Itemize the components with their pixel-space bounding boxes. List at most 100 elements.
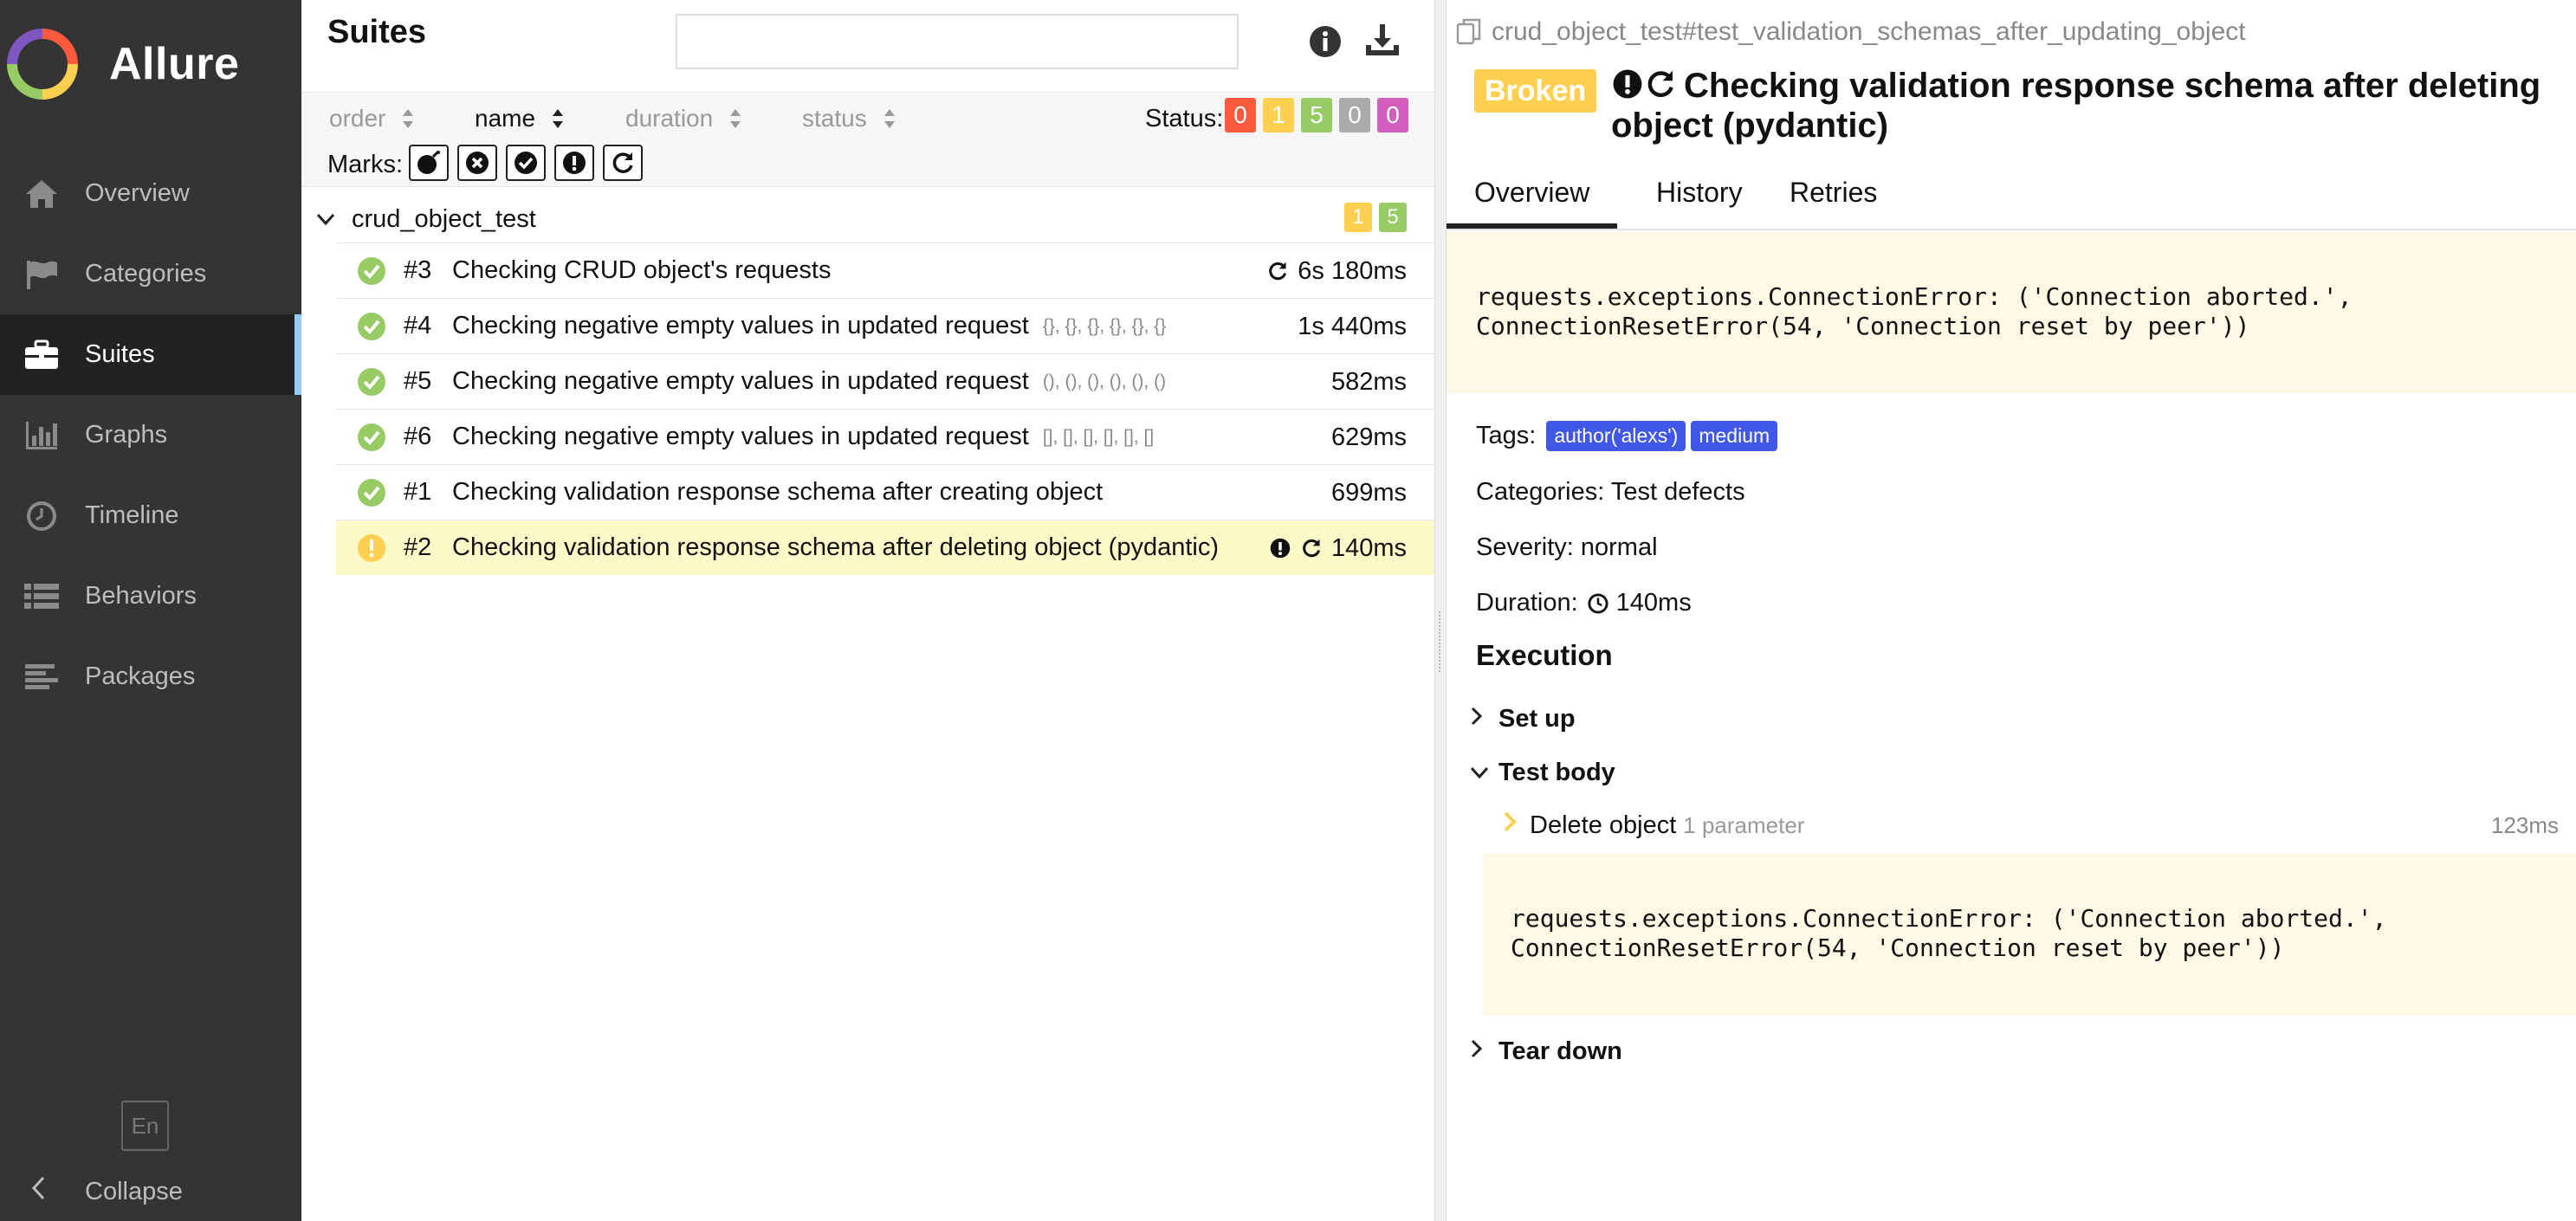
status-filter-skipped[interactable]: 0 [1339, 98, 1370, 132]
test-name: Checking CRUD object's requests [452, 256, 832, 284]
sidebar-item-label: Categories [85, 260, 207, 287]
test-number: #4 [404, 312, 432, 339]
download-button[interactable] [1363, 21, 1401, 59]
chevron-left-icon [29, 1175, 55, 1209]
check-circle-icon [358, 312, 385, 340]
sidebar-item-behaviors[interactable]: Behaviors [0, 556, 301, 636]
pane-splitter[interactable] [1434, 0, 1447, 1221]
sidebar-item-packages[interactable]: Packages [0, 636, 301, 717]
breadcrumb[interactable]: crud_object_test#test_validation_schemas… [1455, 17, 2246, 47]
sort-status[interactable]: status [802, 105, 896, 132]
info-icon [1310, 26, 1341, 57]
sidebar-item-overview[interactable]: Overview [0, 153, 301, 234]
sort-name[interactable]: name [475, 105, 565, 132]
copy-icon[interactable] [1455, 17, 1483, 47]
sort-order[interactable]: order [329, 105, 415, 132]
test-duration: 582ms [1331, 354, 1407, 410]
mark-retries[interactable] [603, 145, 643, 181]
table-row[interactable]: #5 Checking negative empty values in upd… [336, 353, 1434, 409]
execution-title: Execution [1476, 639, 1613, 671]
sort-bar: order name duration status Status: 0 1 5… [301, 92, 1434, 187]
test-number: #6 [404, 423, 432, 450]
suite-group-name: crud_object_test [352, 204, 536, 233]
table-row[interactable]: #4 Checking negative empty values in upd… [336, 298, 1434, 353]
suite-group[interactable]: crud_object_test 1 5 [315, 197, 1433, 241]
duration-text: 1s 440ms [1298, 312, 1407, 340]
test-number: #3 [404, 256, 432, 284]
splitter-grip[interactable] [1439, 611, 1442, 672]
duration-text: 582ms [1330, 367, 1407, 396]
table-row[interactable]: #3 Checking CRUD object's requests 6s 18… [336, 242, 1434, 298]
search-input[interactable] [676, 14, 1239, 69]
collapse-button[interactable]: Collapse [29, 1174, 183, 1209]
sidebar-item-timeline[interactable]: Timeline [0, 475, 301, 556]
chevron-right-icon [1469, 705, 1492, 733]
test-duration: 629ms [1331, 410, 1407, 465]
status-badge: Broken [1474, 69, 1597, 113]
chevron-right-icon [1469, 1037, 1492, 1066]
sidebar: Allure Overview Categories Suites Graphs [0, 0, 301, 1221]
sidebar-nav: Overview Categories Suites Graphs Timeli… [0, 153, 301, 717]
test-name: Checking negative empty values in update… [452, 423, 1029, 450]
language-switch[interactable]: En [121, 1101, 169, 1151]
step-error-message: requests.exceptions.ConnectionError: ('C… [1483, 854, 2576, 1015]
step-duration: 123ms [2490, 811, 2559, 838]
check-circle-icon [358, 423, 385, 451]
tab-overview[interactable]: Overview [1447, 177, 1618, 229]
flaky-icon [1613, 69, 1642, 99]
mark-flaky[interactable] [554, 145, 594, 181]
sidebar-item-categories[interactable]: Categories [0, 234, 301, 314]
test-title-text: Checking validation response schema afte… [1611, 67, 2541, 145]
refresh-icon [612, 152, 633, 173]
brand-title: Allure [109, 39, 240, 89]
title-icons [1611, 68, 1677, 100]
check-circle-icon [358, 256, 385, 285]
test-duration: 1s 440ms [1298, 299, 1407, 354]
group-count-passed: 5 [1379, 203, 1407, 232]
step-label: Tear down [1498, 1037, 1622, 1065]
duration-label: Duration: [1476, 589, 1578, 617]
test-list: #3 Checking CRUD object's requests 6s 18… [336, 242, 1434, 575]
step-test-body[interactable]: Test body [1469, 759, 1615, 787]
sort-label: duration [625, 105, 714, 132]
tag-badge: medium [1691, 421, 1778, 451]
clock-icon [1588, 592, 1608, 614]
tag-badge: author('alexs') [1546, 421, 1686, 451]
sort-duration[interactable]: duration [625, 105, 742, 132]
sidebar-item-graphs[interactable]: Graphs [0, 395, 301, 475]
step-setup[interactable]: Set up [1469, 705, 1576, 733]
mark-new-failed[interactable] [409, 145, 449, 181]
table-row[interactable]: #1 Checking validation response schema a… [336, 464, 1434, 520]
refresh-icon [1303, 539, 1321, 558]
test-title: Checking validation response schema afte… [1611, 66, 2555, 145]
clock-icon [21, 499, 62, 533]
info-button[interactable] [1308, 24, 1343, 59]
test-number: #2 [404, 533, 432, 561]
test-name: Checking validation response schema afte… [452, 478, 1104, 506]
status-filter-passed[interactable]: 5 [1301, 98, 1332, 132]
status-filter-failed[interactable]: 0 [1225, 98, 1256, 132]
sidebar-item-label: Behaviors [85, 582, 197, 610]
test-name: Checking negative empty values in update… [452, 367, 1029, 395]
brand[interactable]: Allure [7, 28, 239, 100]
mark-new-broken[interactable] [457, 145, 497, 181]
error-message: requests.exceptions.ConnectionError: ('C… [1447, 232, 2576, 393]
step-teardown[interactable]: Tear down [1469, 1037, 1622, 1066]
flag-icon [21, 257, 62, 292]
check-circle-icon [358, 478, 385, 507]
table-row[interactable]: #6 Checking negative empty values in upd… [336, 409, 1434, 464]
times-circle-icon [466, 152, 489, 174]
tab-retries[interactable]: Retries [1762, 177, 1905, 229]
test-params: [], [], [], [], [], [] [1042, 426, 1155, 447]
table-row-selected[interactable]: #2 Checking validation response schema a… [336, 520, 1434, 575]
tab-history[interactable]: History [1628, 177, 1770, 229]
mark-new-passed[interactable] [506, 145, 546, 181]
step-label: Test body [1498, 759, 1615, 786]
exclamation-circle-icon [563, 152, 586, 174]
status-filter-unknown[interactable]: 0 [1377, 98, 1408, 132]
refresh-icon [1647, 70, 1673, 98]
detail-tabs: Overview History Retries [1447, 165, 2576, 230]
sidebar-item-suites[interactable]: Suites [0, 314, 301, 395]
status-filter-broken[interactable]: 1 [1263, 98, 1294, 132]
step-delete-object[interactable]: Delete object 1 parameter 123ms [1502, 809, 2567, 842]
